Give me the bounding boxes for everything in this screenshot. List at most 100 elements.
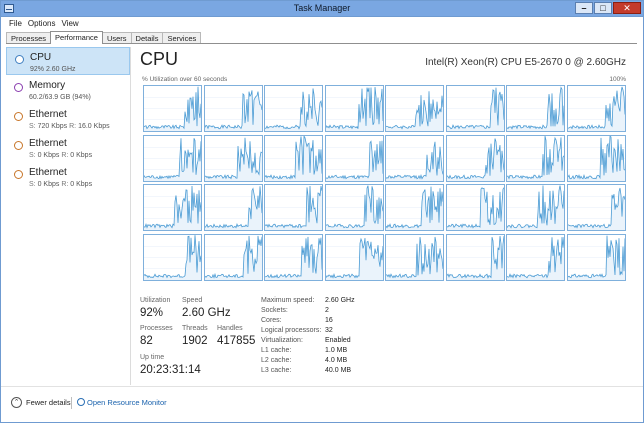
logical-processor-graph [506, 184, 565, 231]
utilization-trace [204, 235, 262, 280]
utilization-axis-label: % Utilization over 60 seconds [142, 76, 228, 83]
sidebar-item-title: Memory [29, 80, 66, 91]
sidebar-item-memory[interactable]: Memory 60.2/63.9 GB (94%) [6, 76, 130, 104]
utilization-trace [446, 187, 504, 230]
logical-processor-graph [264, 184, 323, 231]
resource-monitor-icon [77, 398, 85, 406]
page-title: CPU [140, 49, 179, 69]
sidebar-item-ethernet-1[interactable]: Ethernet S: 720 Kbps R: 16.0 Kbps [6, 105, 130, 133]
sidebar-item-cpu[interactable]: CPU 92% 2.60 GHz [6, 47, 130, 75]
utilization-trace [325, 185, 383, 230]
spec-key: L2 cache: [261, 357, 292, 364]
spec-value: 2.60 GHz [325, 297, 355, 304]
menu-file[interactable]: File [9, 18, 22, 30]
logical-processor-graph [324, 184, 384, 231]
threads-label: Threads [182, 325, 208, 332]
utilization-trace [144, 185, 201, 230]
cpu-detail-panel: CPU Intel(R) Xeon(R) CPU E5-2670 0 @ 2.6… [140, 49, 634, 385]
utilization-trace [204, 90, 262, 131]
resource-sidebar: CPU 92% 2.60 GHz Memory 60.2/63.9 GB (94… [6, 47, 131, 385]
utilization-trace [507, 86, 564, 131]
sidebar-item-subtitle: S: 720 Kbps R: 16.0 Kbps [29, 123, 110, 130]
spec-key: Maximum speed: [261, 297, 315, 304]
logical-processor-graphs[interactable] [143, 85, 627, 333]
utilization-trace [265, 185, 322, 230]
ethernet-graph-icon [14, 112, 23, 121]
spec-key: Cores: [261, 317, 282, 324]
spec-key: Virtualization: [261, 337, 303, 344]
window-controls: – □ ✕ [574, 2, 641, 16]
utilization-trace [386, 141, 443, 181]
utilization-trace [204, 137, 262, 181]
trace-area [567, 188, 625, 230]
spec-value: 1.0 MB [325, 347, 348, 354]
sidebar-item-subtitle: S: 0 Kbps R: 0 Kbps [29, 152, 93, 159]
maximize-button[interactable]: □ [594, 2, 612, 14]
logical-processor-graph [445, 85, 505, 132]
menu-options[interactable]: Options [28, 18, 56, 30]
threads-value: 1902 [182, 335, 208, 347]
logical-processor-graph [143, 85, 202, 132]
close-button[interactable]: ✕ [613, 2, 641, 14]
logical-processor-graph [324, 134, 384, 182]
utilization-trace [567, 187, 625, 230]
trace-area [265, 186, 322, 230]
trace-area [144, 86, 201, 131]
cpu-graph-icon [15, 55, 24, 64]
fewer-details-button[interactable]: Fewer details [26, 398, 71, 407]
sidebar-item-ethernet-3[interactable]: Ethernet S: 0 Kbps R: 0 Kbps [6, 163, 130, 191]
logical-processor-graph [203, 233, 263, 281]
chevron-up-icon[interactable]: ⌃ [11, 397, 22, 408]
utilization-trace [386, 186, 443, 230]
sidebar-item-ethernet-2[interactable]: Ethernet S: 0 Kbps R: 0 Kbps [6, 134, 130, 162]
logical-processor-graph [324, 233, 384, 281]
trace-area [386, 186, 443, 230]
utilization-trace [567, 135, 625, 181]
logical-processor-graph [506, 85, 565, 132]
task-manager-window: Task Manager – □ ✕ File Options View Pro… [0, 0, 644, 423]
logical-processor-graph [264, 134, 323, 182]
utilization-trace [325, 237, 383, 280]
uptime-value: 20:23:31:14 [140, 364, 201, 376]
trace-line [507, 185, 564, 229]
spec-key: Logical processors: [261, 327, 322, 334]
spec-key: L3 cache: [261, 367, 292, 374]
utilization-trace [386, 236, 443, 280]
logical-processor-graph [506, 134, 565, 182]
utilization-trace [265, 88, 322, 131]
logical-processor-graph [566, 184, 626, 231]
logical-processor-graph [143, 233, 202, 281]
utilization-trace [567, 86, 625, 131]
logical-processor-graph [203, 134, 263, 182]
minimize-button[interactable]: – [575, 2, 593, 14]
title-bar[interactable]: Task Manager – □ ✕ [1, 1, 643, 17]
spec-key: Sockets: [261, 307, 288, 314]
open-resource-monitor-link[interactable]: Open Resource Monitor [87, 398, 167, 407]
footer-divider [71, 397, 72, 409]
sidebar-item-subtitle: 92% 2.60 GHz [30, 66, 76, 73]
trace-area [507, 236, 564, 280]
spec-key: L1 cache: [261, 347, 292, 354]
logical-processor-graph [324, 85, 384, 132]
trace-area [446, 235, 504, 280]
spec-value: 32 [325, 327, 333, 334]
utilization-value: 92% [140, 307, 164, 319]
spec-value: 16 [325, 317, 333, 324]
logical-processor-graph [143, 184, 202, 231]
logical-processor-graph [385, 233, 444, 281]
ethernet-graph-icon [14, 141, 23, 150]
spec-value: 4.0 MB [325, 357, 348, 364]
sidebar-item-subtitle: S: 0 Kbps R: 0 Kbps [29, 181, 93, 188]
logical-processor-graph [385, 184, 444, 231]
menu-view[interactable]: View [61, 18, 78, 30]
utilization-trace [144, 137, 201, 181]
tab-performance[interactable]: Performance [50, 31, 103, 44]
trace-area [325, 140, 383, 181]
cpu-stats: Utilization 92% Speed 2.60 GHz Processes… [140, 297, 634, 387]
logical-processor-graph [264, 233, 323, 281]
trace-area [446, 138, 504, 181]
logical-processor-graph [203, 184, 263, 231]
logical-processor-graph [264, 85, 323, 132]
logical-processor-graph [445, 233, 505, 281]
logical-processor-graph [385, 134, 444, 182]
